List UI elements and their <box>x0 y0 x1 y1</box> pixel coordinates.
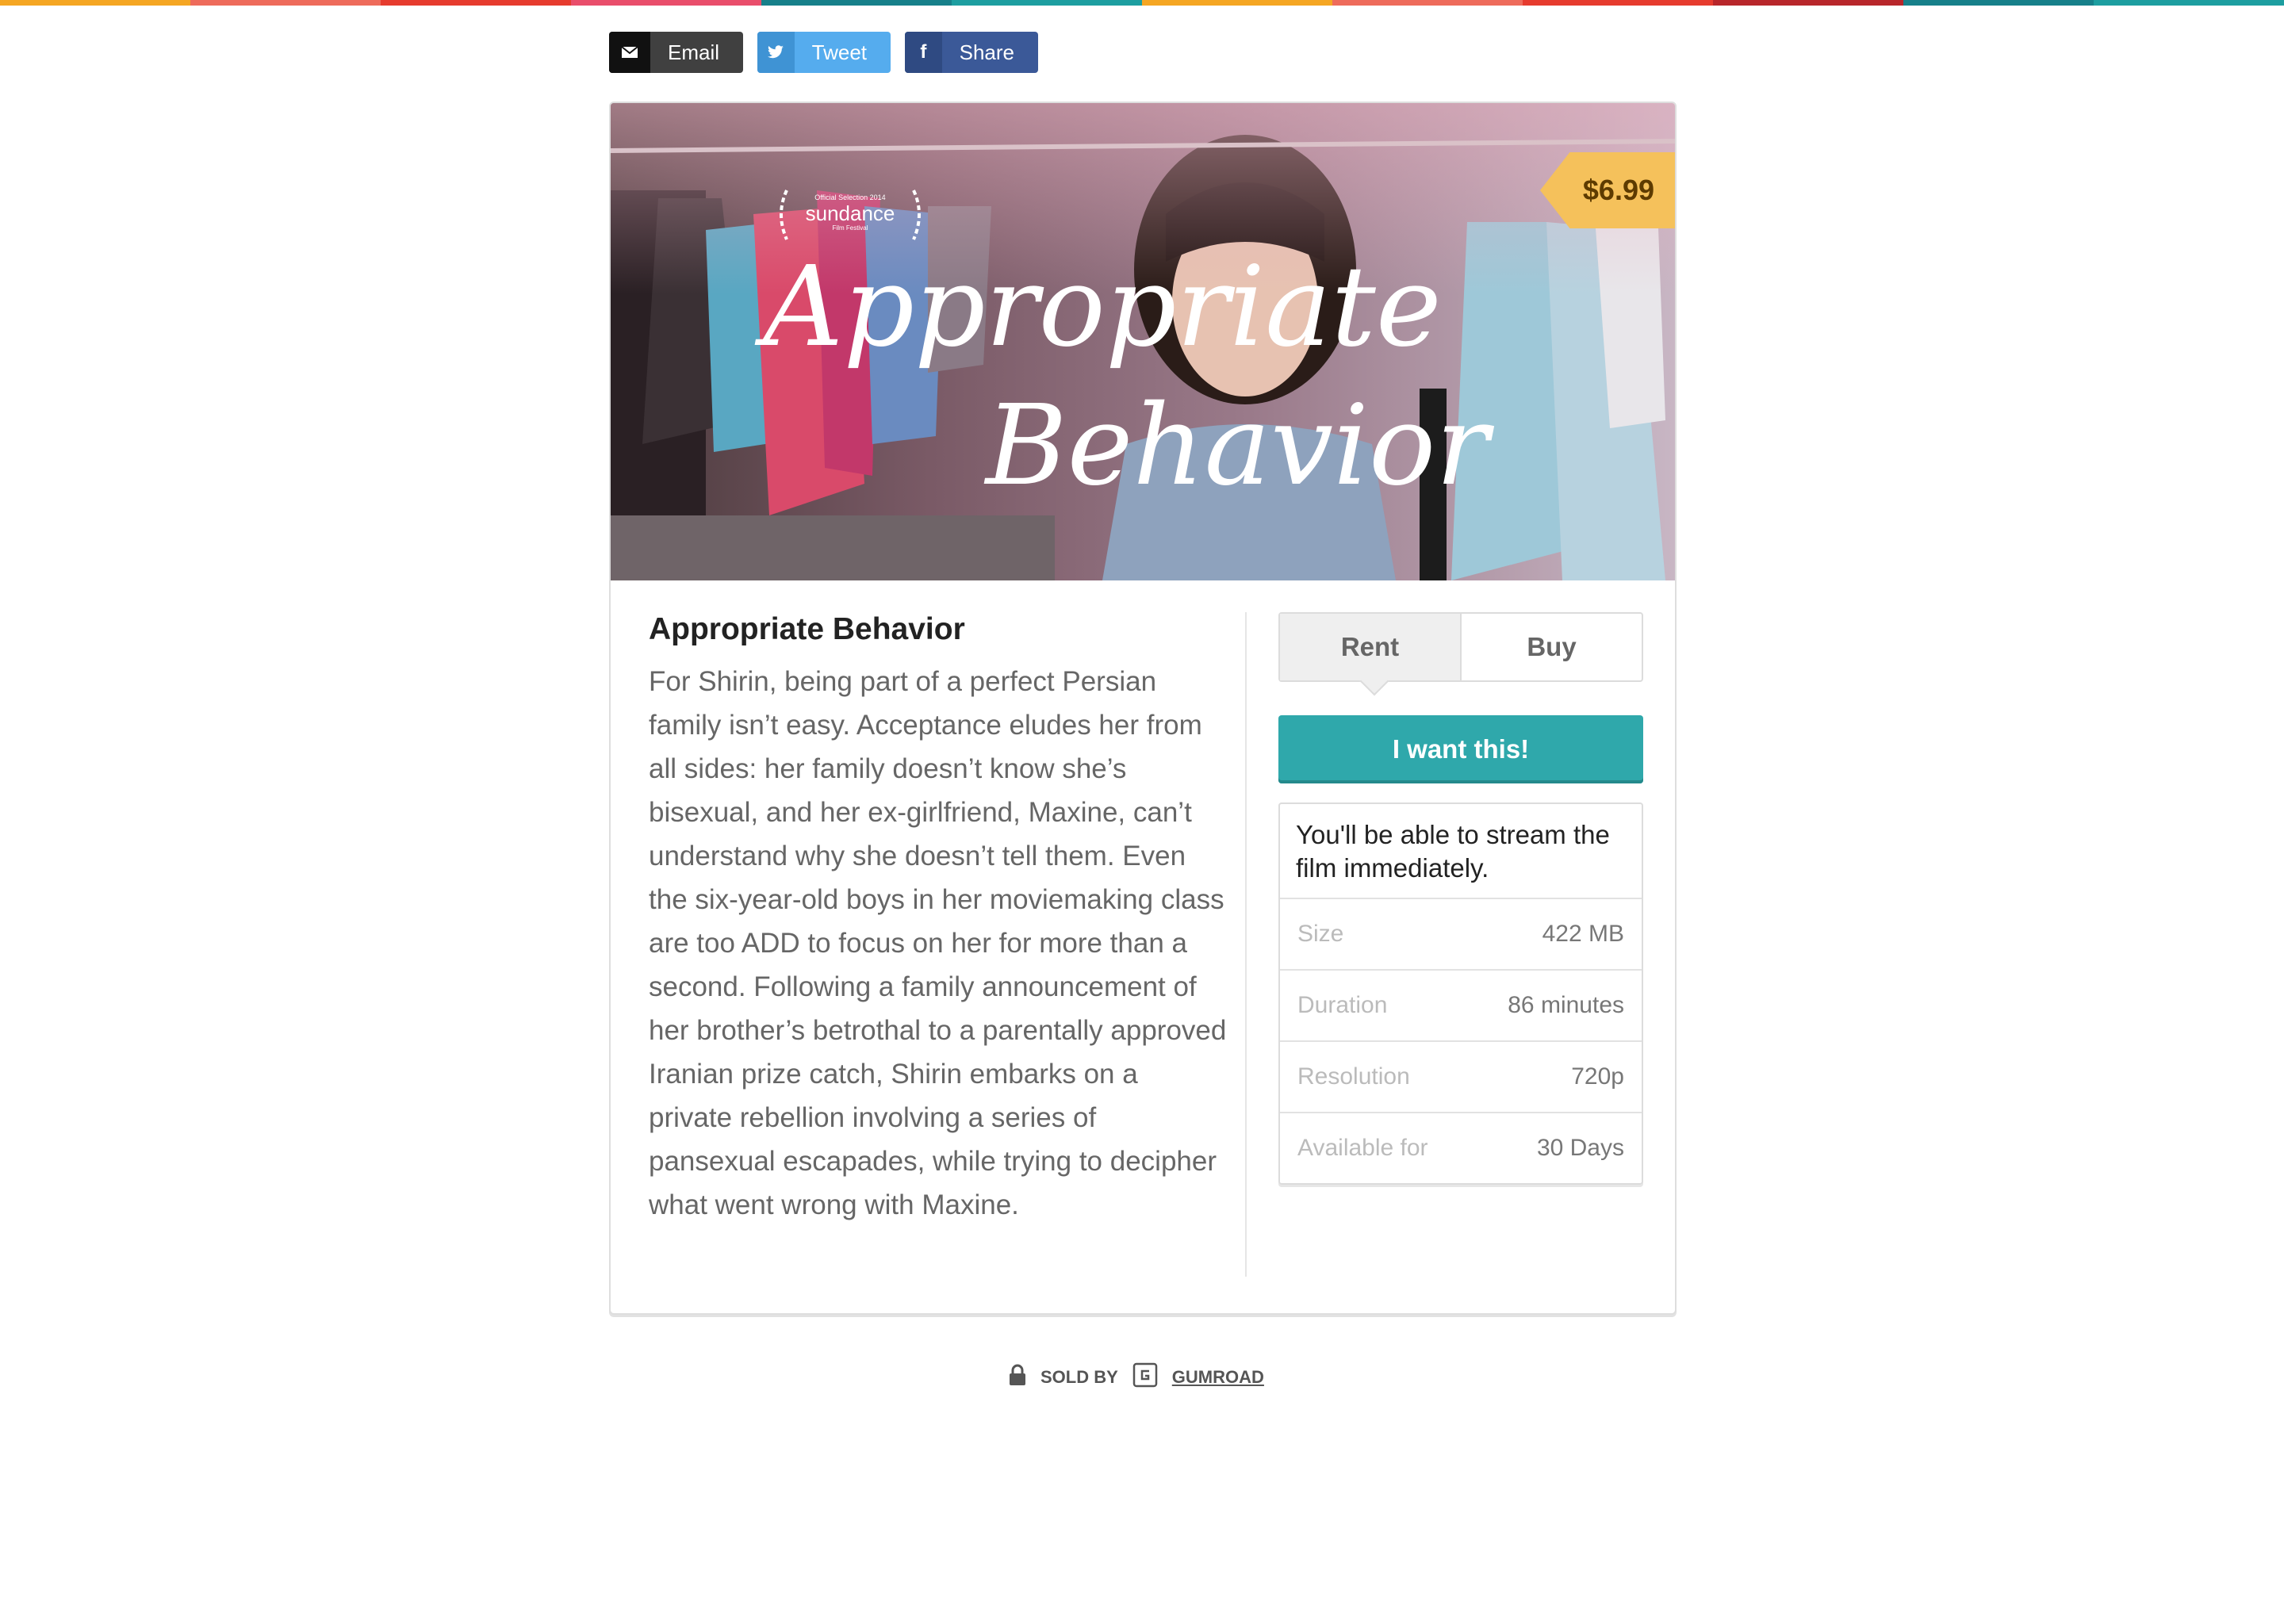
cover-title-line2: Behavior <box>983 381 1495 511</box>
gumroad-link[interactable]: GUMROAD <box>1172 1367 1264 1388</box>
product-info-box: You'll be able to stream the film immedi… <box>1278 802 1643 1185</box>
stripe-segment <box>1142 0 1332 6</box>
spec-value: 86 minutes <box>1508 992 1624 1018</box>
stream-note: You'll be able to stream the film immedi… <box>1280 804 1642 899</box>
share-bar: Email Tweet f Share <box>609 32 1039 73</box>
stripe-segment <box>571 0 761 6</box>
stripe-segment <box>1523 0 1713 6</box>
stripe-segment <box>0 0 190 6</box>
spec-label: Size <box>1297 921 1344 947</box>
spec-label: Resolution <box>1297 1063 1410 1090</box>
top-color-stripe <box>0 0 2284 6</box>
product-card: Official Selection 2014 sundance Film Fe… <box>609 102 1677 1315</box>
stripe-segment <box>1713 0 1903 6</box>
facebook-icon: f <box>905 32 942 73</box>
tweet-button[interactable]: Tweet <box>757 32 891 73</box>
product-cover-image: Official Selection 2014 sundance Film Fe… <box>611 103 1675 580</box>
twitter-icon <box>757 32 795 73</box>
email-share-button[interactable]: Email <box>609 32 744 73</box>
spec-row-availability: Available for 30 Days <box>1280 1113 1642 1183</box>
svg-text:Film Festival: Film Festival <box>833 224 868 232</box>
sold-by-label: SOLD BY <box>1040 1367 1118 1387</box>
stripe-segment <box>2094 0 2284 6</box>
stripe-segment <box>190 0 381 6</box>
tab-buy[interactable]: Buy <box>1462 614 1642 680</box>
spec-value: 720p <box>1571 1063 1624 1090</box>
envelope-icon <box>609 32 650 73</box>
email-label: Email <box>668 40 720 64</box>
cover-title-line1: Appropriate <box>754 243 1441 372</box>
spec-value: 422 MB <box>1542 921 1624 947</box>
stripe-segment <box>1903 0 2094 6</box>
pricing-tabs: Rent Buy <box>1278 612 1643 696</box>
stripe-segment <box>761 0 952 6</box>
stripe-segment <box>381 0 571 6</box>
share-label: Share <box>959 40 1015 64</box>
product-info: Appropriate Behavior For Shirin, being p… <box>649 612 1228 1227</box>
product-details: Appropriate Behavior For Shirin, being p… <box>611 580 1675 1313</box>
stripe-segment <box>952 0 1142 6</box>
product-title: Appropriate Behavior <box>649 612 965 646</box>
product-description: For Shirin, being part of a perfect Pers… <box>649 666 1227 1220</box>
spec-row-duration: Duration 86 minutes <box>1280 971 1642 1042</box>
i-want-this-button[interactable]: I want this! <box>1278 715 1643 783</box>
svg-text:sundance: sundance <box>806 201 895 225</box>
svg-text:Official Selection 2014: Official Selection 2014 <box>814 193 885 201</box>
spec-label: Available for <box>1297 1135 1428 1161</box>
spec-row-size: Size 422 MB <box>1280 899 1642 971</box>
lock-icon <box>1009 1364 1026 1391</box>
spec-row-resolution: Resolution 720p <box>1280 1042 1642 1113</box>
column-divider <box>1245 612 1247 1277</box>
stripe-segment <box>1332 0 1523 6</box>
purchase-panel: Rent Buy I want this! You'll be able to … <box>1278 612 1643 1185</box>
spec-value: 30 Days <box>1536 1135 1624 1161</box>
facebook-share-button[interactable]: f Share <box>905 32 1039 73</box>
spec-label: Duration <box>1297 992 1388 1018</box>
gumroad-logo-icon <box>1132 1362 1158 1392</box>
sold-by-footer: SOLD BY GUMROAD <box>1009 1362 1264 1392</box>
tweet-label: Tweet <box>811 40 868 64</box>
